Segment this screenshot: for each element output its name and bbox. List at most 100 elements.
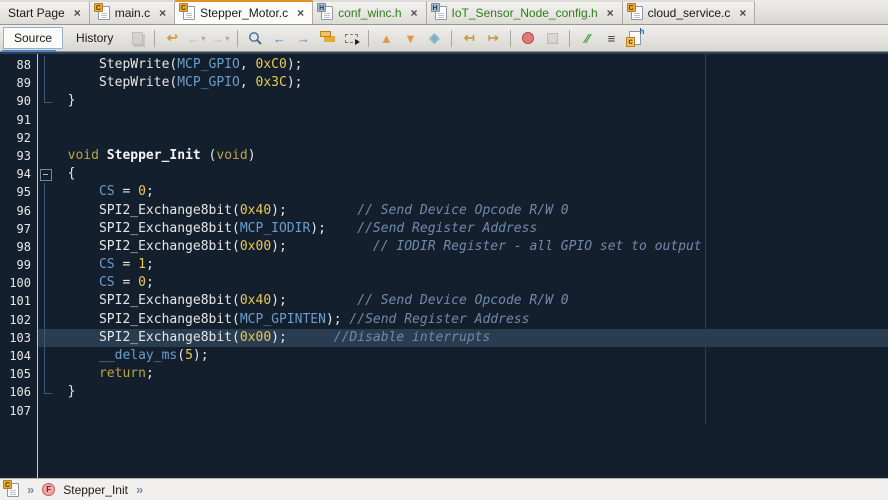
tab-iot-sensor-node-config-h[interactable]: H IoT_Sensor_Node_config.h × [427, 0, 623, 24]
shift-line-right-icon[interactable]: ↦ [482, 28, 504, 48]
comment-icon[interactable]: ∕∕ [576, 28, 598, 48]
line-number[interactable]: 100 [0, 274, 37, 292]
close-icon[interactable]: × [607, 7, 614, 19]
find-next-icon[interactable]: → [292, 28, 314, 48]
line-number[interactable]: 92 [0, 129, 37, 147]
file-type-badge: C [627, 3, 636, 12]
code-line[interactable]: 106 } [0, 383, 888, 401]
code-line[interactable]: 92 [0, 129, 888, 147]
tab-label: Stepper_Motor.c [200, 6, 288, 20]
close-icon[interactable]: × [74, 7, 81, 19]
close-icon[interactable]: × [411, 7, 418, 19]
line-number[interactable]: 99 [0, 256, 37, 274]
toggle-header-source-icon[interactable] [624, 28, 646, 48]
rectangular-selection-icon[interactable] [340, 28, 362, 48]
line-number[interactable]: 107 [0, 402, 37, 420]
code-line[interactable]: 90 } [0, 92, 888, 110]
h-file-icon: H [435, 6, 447, 20]
fold-guide [37, 129, 52, 147]
tab-main-c[interactable]: Cmain.c× [90, 0, 175, 24]
line-number[interactable]: 88 [0, 56, 37, 74]
find-previous-icon[interactable]: ← [268, 28, 290, 48]
start-macro-recording-icon-glyph [522, 32, 534, 44]
line-body: } [37, 92, 888, 110]
code-line[interactable]: 88 StepWrite(MCP_GPIO, 0xC0); [0, 56, 888, 74]
last-edit-position-icon[interactable]: ↩ [161, 28, 183, 48]
code-line[interactable]: 99 CS = 1; [0, 256, 888, 274]
code-line[interactable]: 95 CS = 0; [0, 183, 888, 201]
line-number[interactable]: 95 [0, 183, 37, 201]
tab-cloud-service-c[interactable]: Ccloud_service.c× [623, 0, 756, 24]
h-file-icon: H [321, 6, 333, 20]
line-number[interactable]: 98 [0, 238, 37, 256]
tab-conf-winc-h[interactable]: Hconf_winc.h× [313, 0, 426, 24]
line-number[interactable]: 96 [0, 202, 37, 220]
close-icon[interactable]: × [159, 7, 166, 19]
uncomment-icon[interactable]: ≡ [600, 28, 622, 48]
tab-label: IoT_Sensor_Node_config.h [452, 6, 598, 20]
close-icon[interactable]: × [739, 7, 746, 19]
line-number[interactable]: 97 [0, 220, 37, 238]
find-selection-icon[interactable] [244, 28, 266, 48]
fold-guide [37, 147, 52, 165]
line-body: { [37, 165, 888, 183]
code-line[interactable]: 91 [0, 111, 888, 129]
start-macro-recording-icon[interactable] [517, 28, 539, 48]
breadcrumb-file-item[interactable]: C [7, 483, 19, 497]
gutter-separator [37, 54, 38, 478]
code-line[interactable]: 96 SPI2_Exchange8bit(0x40); // Send Devi… [0, 202, 888, 220]
close-icon[interactable]: × [297, 7, 304, 19]
line-number[interactable]: 106 [0, 383, 37, 401]
code-line[interactable]: 100 CS = 0; [0, 274, 888, 292]
tab-stepper-motor-c[interactable]: CStepper_Motor.c× [175, 0, 313, 24]
code-editor[interactable]: 88 StepWrite(MCP_GPIO, 0xC0);89 StepWrit… [0, 52, 888, 478]
code-text: SPI2_Exchange8bit(0x00); // IODIR Regist… [52, 238, 888, 256]
fold-guide [37, 292, 52, 310]
stop-macro-recording-icon [541, 28, 563, 48]
code-line[interactable]: 101 SPI2_Exchange8bit(0x40); // Send Dev… [0, 292, 888, 310]
line-number[interactable]: 90 [0, 92, 37, 110]
breadcrumb-function[interactable]: Stepper_Init [63, 483, 128, 497]
previous-bookmark-icon[interactable]: ▲ [375, 28, 397, 48]
toggle-bookmark-icon[interactable]: ◈ [423, 28, 445, 48]
code-text: SPI2_Exchange8bit(0x40); // Send Device … [52, 202, 888, 220]
code-line[interactable]: 107 [0, 402, 888, 420]
line-body: SPI2_Exchange8bit(MCP_IODIR); //Send Reg… [37, 220, 888, 238]
code-line[interactable]: 105 return; [0, 365, 888, 383]
file-type-badge: C [3, 480, 12, 489]
file-type-badge: C [94, 3, 103, 12]
code-line[interactable]: 97 SPI2_Exchange8bit(MCP_IODIR); //Send … [0, 220, 888, 238]
line-number[interactable]: 93 [0, 147, 37, 165]
code-line[interactable]: 103 SPI2_Exchange8bit(0x00); //Disable i… [0, 329, 888, 347]
shift-line-left-icon[interactable]: ↤ [458, 28, 480, 48]
line-number[interactable]: 91 [0, 111, 37, 129]
tab-start-page[interactable]: Start Page× [0, 0, 90, 24]
dropdown-caret-icon[interactable]: ▾ [201, 34, 205, 43]
line-number[interactable]: 102 [0, 311, 37, 329]
editor-toolbar: Source History ↩←▾→▾←→▲▼◈↤↦∕∕≡ [0, 25, 888, 52]
code-line[interactable]: 102 SPI2_Exchange8bit(MCP_GPINTEN); //Se… [0, 311, 888, 329]
line-number[interactable]: 101 [0, 292, 37, 310]
code-text: CS = 1; [52, 256, 888, 274]
history-button[interactable]: History [65, 27, 124, 49]
dropdown-caret-icon[interactable]: ▾ [225, 34, 229, 43]
highlight-search-icon[interactable] [316, 28, 338, 48]
line-number[interactable]: 105 [0, 365, 37, 383]
line-number[interactable]: 104 [0, 347, 37, 365]
code-line[interactable]: 98 SPI2_Exchange8bit(0x00); // IODIR Reg… [0, 238, 888, 256]
code-line[interactable]: 89 StepWrite(MCP_GPIO, 0x3C); [0, 74, 888, 92]
code-line[interactable]: 93 void Stepper_Init (void) [0, 147, 888, 165]
fold-guide [37, 256, 52, 274]
line-number[interactable]: 89 [0, 74, 37, 92]
code-line[interactable]: 94 { [0, 165, 888, 183]
fold-guide [37, 274, 52, 292]
source-button[interactable]: Source [3, 27, 63, 49]
code-text: SPI2_Exchange8bit(0x40); // Send Device … [52, 292, 888, 310]
line-number[interactable]: 103 [0, 329, 37, 347]
code-text: { [52, 165, 888, 183]
next-bookmark-icon[interactable]: ▼ [399, 28, 421, 48]
code-line[interactable]: 104 __delay_ms(5); [0, 347, 888, 365]
line-body [37, 129, 888, 147]
fold-collapse-icon[interactable] [37, 165, 52, 183]
line-number[interactable]: 94 [0, 165, 37, 183]
